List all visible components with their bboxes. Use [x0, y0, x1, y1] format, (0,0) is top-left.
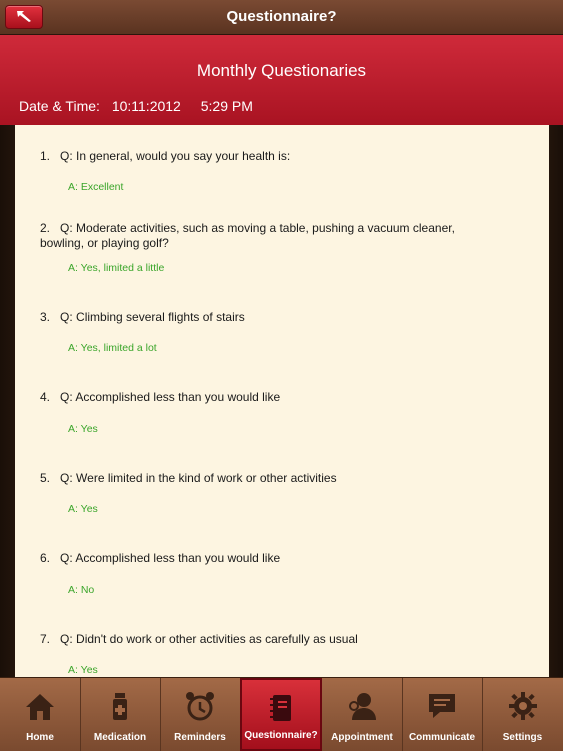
tab-label: Questionnaire?: [244, 730, 318, 741]
doctor-icon: [349, 693, 376, 720]
tab-label: Reminders: [174, 732, 226, 743]
question-4: 4. Q: Accomplished less than you would l…: [40, 390, 281, 404]
tab-questionnaire[interactable]: Questionnaire?: [240, 678, 322, 751]
datetime-label: Date & Time:: [19, 98, 100, 114]
alarm-clock-icon: [186, 692, 214, 721]
tab-communicate[interactable]: Communicate: [402, 678, 483, 751]
tab-reminders[interactable]: Reminders: [160, 678, 241, 751]
datetime-row: Date & Time: 10:11:2012 5:29 PM: [19, 98, 261, 114]
question-6: 6. Q: Accomplished less than you would l…: [40, 551, 281, 565]
tab-bar: Home Medication Reminders Questionnaire?…: [0, 677, 563, 751]
answer-4: A: Yes: [68, 423, 98, 435]
tab-label: Communicate: [408, 732, 476, 743]
date-value: 10:11:2012: [111, 98, 181, 114]
tab-label: Medication: [93, 732, 147, 743]
chat-icon: [429, 694, 455, 718]
answer-1: A: Excellent: [68, 181, 124, 193]
tab-label: Settings: [502, 732, 543, 743]
back-button[interactable]: [5, 5, 43, 29]
tab-label: Home: [26, 732, 54, 743]
question-2: 2. Q: Moderate activities, such as movin…: [40, 221, 455, 250]
tab-settings[interactable]: Settings: [482, 678, 563, 751]
questionnaire-header: Monthly Questionaries Date & Time: 10:11…: [0, 35, 563, 125]
page-title: Monthly Questionaries: [196, 61, 367, 80]
notebook-icon: [270, 695, 291, 721]
tab-medication[interactable]: Medication: [80, 678, 161, 751]
home-icon: [26, 694, 54, 720]
question-5: 5. Q: Were limited in the kind of work o…: [40, 471, 337, 485]
answer-3: A: Yes, limited a lot: [68, 342, 157, 354]
tab-home[interactable]: Home: [0, 678, 81, 751]
time-value: 5:29 PM: [200, 98, 253, 114]
nav-title: Questionnaire?: [226, 8, 337, 25]
question-3: 3. Q: Climbing several flights of stairs: [40, 310, 245, 324]
back-arrow-icon: [17, 11, 31, 22]
answer-5: A: Yes: [68, 503, 98, 515]
question-7: 7. Q: Didn't do work or other activities…: [40, 632, 358, 646]
tab-appointment[interactable]: Appointment: [322, 678, 403, 751]
pill-bottle-icon: [113, 693, 127, 720]
question-1: 1. Q: In general, would you say your hea…: [40, 149, 291, 163]
gear-icon: [508, 692, 537, 720]
nav-bar: Questionnaire?: [0, 0, 563, 35]
questions-list[interactable]: 1. Q: In general, would you say your hea…: [15, 125, 549, 677]
answer-6: A: No: [68, 584, 95, 596]
answer-2: A: Yes, limited a little: [68, 262, 165, 274]
tab-label: Appointment: [331, 732, 393, 743]
answer-7: A: Yes: [68, 664, 98, 676]
